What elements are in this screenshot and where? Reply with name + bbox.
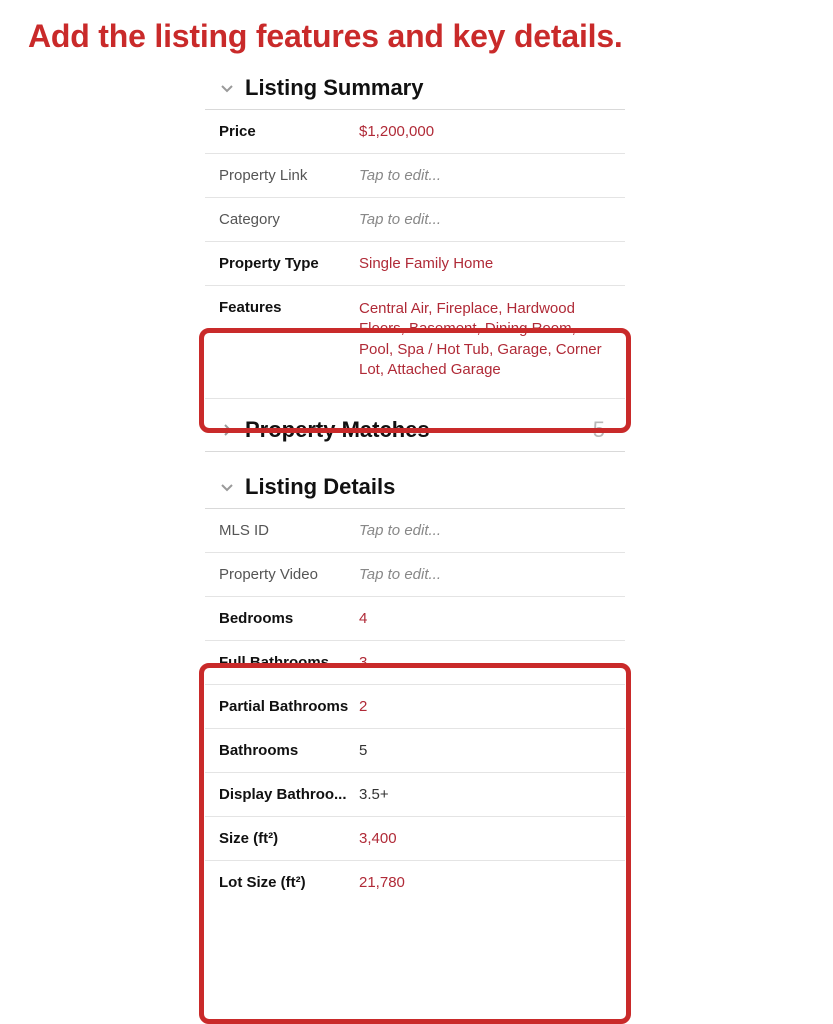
row-value: Single Family Home	[359, 255, 611, 272]
row-value: Tap to edit...	[359, 522, 611, 539]
row-property-link[interactable]: Property Link Tap to edit...	[205, 154, 625, 198]
instruction-headline: Add the listing features and key details…	[0, 0, 833, 65]
row-value: Tap to edit...	[359, 566, 611, 583]
row-value: Central Air, Fireplace, Hardwood Floors,…	[359, 299, 611, 380]
row-label: Category	[219, 211, 359, 228]
row-value: 2	[359, 698, 611, 715]
row-label: Bathrooms	[219, 742, 359, 759]
row-partial-bathrooms[interactable]: Partial Bathrooms 2	[205, 685, 625, 729]
row-features[interactable]: Features Central Air, Fireplace, Hardwoo…	[205, 286, 625, 399]
row-value: $1,200,000	[359, 123, 611, 140]
row-value: Tap to edit...	[359, 167, 611, 184]
section-title: Listing Summary	[245, 75, 611, 101]
row-label: MLS ID	[219, 522, 359, 539]
row-label: Full Bathrooms	[219, 654, 359, 671]
row-price[interactable]: Price $1,200,000	[205, 110, 625, 154]
row-label: Property Type	[219, 255, 359, 272]
row-label: Partial Bathrooms	[219, 698, 359, 715]
section-count: 5	[593, 417, 611, 443]
row-bedrooms[interactable]: Bedrooms 4	[205, 597, 625, 641]
row-label: Price	[219, 123, 359, 140]
listing-panel: Listing Summary Price $1,200,000 Propert…	[205, 65, 625, 904]
row-bathrooms[interactable]: Bathrooms 5	[205, 729, 625, 773]
row-value: 3.5+	[359, 786, 611, 803]
row-label: Property Video	[219, 566, 359, 583]
row-value: 3,400	[359, 830, 611, 847]
row-label: Bedrooms	[219, 610, 359, 627]
row-value: 5	[359, 742, 611, 759]
row-display-bathrooms[interactable]: Display Bathroo... 3.5+	[205, 773, 625, 817]
section-header-details[interactable]: Listing Details	[205, 452, 625, 509]
row-label: Display Bathroo...	[219, 786, 359, 803]
row-full-bathrooms[interactable]: Full Bathrooms 3	[205, 641, 625, 685]
row-label: Property Link	[219, 167, 359, 184]
chevron-right-icon	[219, 422, 235, 438]
row-value: 3	[359, 654, 611, 671]
row-lot-size[interactable]: Lot Size (ft²) 21,780	[205, 861, 625, 904]
section-header-matches[interactable]: Property Matches 5	[205, 399, 625, 452]
row-value: Tap to edit...	[359, 211, 611, 228]
row-value: 21,780	[359, 874, 611, 891]
row-label: Size (ft²)	[219, 830, 359, 847]
section-title: Property Matches	[245, 417, 583, 443]
section-title: Listing Details	[245, 474, 611, 500]
row-property-type[interactable]: Property Type Single Family Home	[205, 242, 625, 286]
section-header-summary[interactable]: Listing Summary	[205, 65, 625, 110]
row-label: Lot Size (ft²)	[219, 874, 359, 891]
chevron-down-icon	[219, 479, 235, 495]
row-category[interactable]: Category Tap to edit...	[205, 198, 625, 242]
chevron-down-icon	[219, 80, 235, 96]
row-mls-id[interactable]: MLS ID Tap to edit...	[205, 509, 625, 553]
row-size[interactable]: Size (ft²) 3,400	[205, 817, 625, 861]
row-property-video[interactable]: Property Video Tap to edit...	[205, 553, 625, 597]
row-value: 4	[359, 610, 611, 627]
row-label: Features	[219, 299, 359, 316]
